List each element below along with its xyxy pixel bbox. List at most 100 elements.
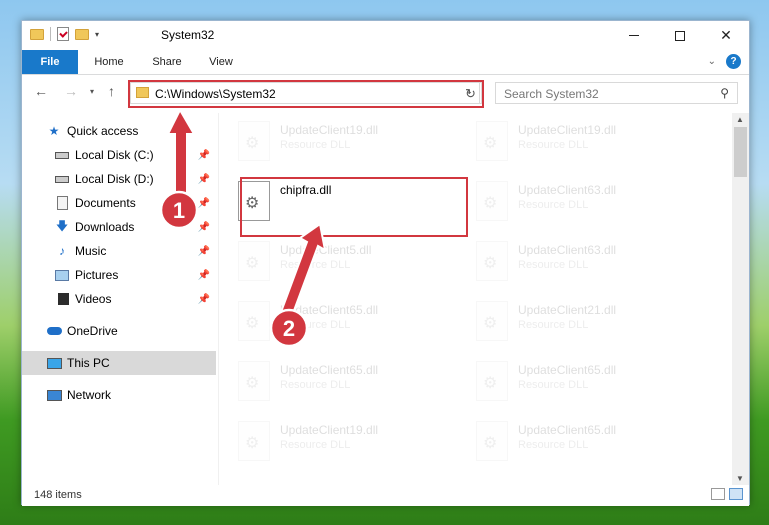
scroll-down-icon[interactable]: ▼ xyxy=(736,474,744,483)
cloud-icon xyxy=(46,327,62,335)
help-icon[interactable]: ? xyxy=(726,54,741,69)
file-name: UpdateClient65.dll xyxy=(280,363,379,377)
file-type: Resource DLL xyxy=(280,319,351,331)
sidebar-item-local-disk-d[interactable]: Local Disk (D:) 📌 xyxy=(54,167,216,191)
sidebar-item-documents[interactable]: Documents 📌 xyxy=(54,191,216,215)
customize-toolbar-chevron-icon[interactable]: ▾ xyxy=(95,30,99,39)
sidebar-item-local-disk-c[interactable]: Local Disk (C:) 📌 xyxy=(54,143,216,167)
minimize-icon xyxy=(629,35,639,36)
file-name: UpdateClient5.dll xyxy=(280,243,372,257)
address-bar[interactable]: C:\Windows\System32 ⌄ xyxy=(130,82,480,104)
file-item[interactable]: UpdateClient19.dll Resource DLL xyxy=(470,117,700,167)
up-button[interactable]: ↑ xyxy=(108,83,115,99)
maximize-button[interactable] xyxy=(657,21,703,50)
tab-share[interactable]: Share xyxy=(142,50,192,74)
address-path[interactable]: C:\Windows\System32 xyxy=(155,87,276,101)
pin-icon[interactable]: 📌 xyxy=(198,270,210,281)
back-button[interactable]: ← xyxy=(34,83,48,99)
pin-icon[interactable]: 📌 xyxy=(198,246,210,257)
sidebar-item-videos[interactable]: Videos 📌 xyxy=(54,287,216,311)
file-item[interactable]: UpdateClient5.dll Resource DLL xyxy=(232,237,462,287)
tab-home[interactable]: Home xyxy=(84,50,134,74)
document-icon xyxy=(56,196,68,210)
dll-file-icon xyxy=(238,121,270,161)
search-icon: ⚲ xyxy=(720,86,729,100)
file-name: UpdateClient63.dll xyxy=(518,183,617,197)
file-name: UpdateClient65.dll xyxy=(518,423,617,437)
sidebar-item-label: Local Disk (D:) xyxy=(75,172,154,186)
file-item[interactable]: UpdateClient19.dll Resource DLL xyxy=(232,417,462,467)
window-controls: ✕ xyxy=(611,21,749,50)
sidebar-item-label: OneDrive xyxy=(67,324,118,338)
details-view-icon[interactable] xyxy=(711,488,725,500)
window-title: System32 xyxy=(161,28,215,42)
file-name: UpdateClient21.dll xyxy=(518,303,617,317)
file-item[interactable]: UpdateClient65.dll Resource DLL xyxy=(470,357,700,407)
properties-icon[interactable] xyxy=(57,27,69,41)
disk-icon xyxy=(55,151,69,159)
sidebar-item-music[interactable]: ♪ Music 📌 xyxy=(54,239,216,263)
file-explorer-window: ▾ System32 ✕ File Home Share View ⌄ ? ← … xyxy=(21,20,750,506)
pin-icon[interactable]: 📌 xyxy=(198,222,210,233)
search-input[interactable]: Search System32 ⚲ xyxy=(495,82,738,104)
view-toggle xyxy=(711,488,743,500)
file-name: UpdateClient65.dll xyxy=(280,303,379,317)
minimize-button[interactable] xyxy=(611,21,657,50)
search-placeholder: Search System32 xyxy=(504,87,599,101)
file-item[interactable]: UpdateClient21.dll Resource DLL xyxy=(470,297,700,347)
status-bar: 148 items xyxy=(22,485,749,506)
tab-view[interactable]: View xyxy=(198,50,244,74)
music-icon: ♪ xyxy=(59,244,65,258)
large-icons-view-icon[interactable] xyxy=(729,488,743,500)
file-item[interactable]: UpdateClient63.dll Resource DLL xyxy=(470,177,700,227)
file-name: UpdateClient65.dll xyxy=(518,363,617,377)
download-icon: 🡇 xyxy=(55,218,69,233)
pin-icon[interactable]: 📌 xyxy=(198,150,210,161)
close-button[interactable]: ✕ xyxy=(703,21,749,50)
file-name: UpdateClient63.dll xyxy=(518,243,617,257)
sidebar-item-pictures[interactable]: Pictures 📌 xyxy=(54,263,216,287)
sidebar-item-label: Videos xyxy=(75,292,112,306)
quick-access-toolbar: ▾ xyxy=(30,27,99,41)
file-item[interactable]: UpdateClient65.dll Resource DLL xyxy=(470,417,700,467)
scroll-up-icon[interactable]: ▲ xyxy=(736,115,744,124)
tab-file[interactable]: File xyxy=(22,50,78,74)
recent-locations-chevron-icon[interactable]: ▾ xyxy=(90,87,94,96)
toolbar-divider xyxy=(50,27,51,41)
new-folder-icon[interactable] xyxy=(75,28,89,40)
pin-icon[interactable]: 📌 xyxy=(198,198,210,209)
scrollbar-thumb[interactable] xyxy=(734,127,747,177)
dll-file-icon xyxy=(238,421,270,461)
pin-icon[interactable]: 📌 xyxy=(198,294,210,305)
file-type: Resource DLL xyxy=(518,379,589,391)
dll-file-icon xyxy=(238,181,270,221)
sidebar-item-label: Quick access xyxy=(67,124,139,138)
sidebar-item-this-pc[interactable]: This PC xyxy=(22,351,216,375)
file-item[interactable]: UpdateClient63.dll Resource DLL xyxy=(470,237,700,287)
sidebar-item-label: Network xyxy=(67,388,112,402)
vertical-scrollbar[interactable]: ▲ ▼ xyxy=(732,113,749,485)
forward-button[interactable]: → xyxy=(64,83,78,99)
file-type: Resource DLL xyxy=(280,379,351,391)
expand-ribbon-icon[interactable]: ⌄ xyxy=(708,56,716,67)
dll-file-icon xyxy=(476,421,508,461)
file-item-chipfra[interactable]: chipfra.dll xyxy=(232,177,462,227)
sidebar-item-downloads[interactable]: 🡇 Downloads 📌 xyxy=(54,215,216,239)
sidebar-item-label: Local Disk (C:) xyxy=(75,148,154,162)
file-item[interactable]: UpdateClient65.dll Resource DLL xyxy=(232,297,462,347)
pane-divider[interactable] xyxy=(218,113,219,485)
file-item[interactable]: UpdateClient65.dll Resource DLL xyxy=(232,357,462,407)
file-type: Resource DLL xyxy=(280,139,351,151)
pin-icon[interactable]: 📌 xyxy=(198,174,210,185)
file-type: Resource DLL xyxy=(518,319,589,331)
sidebar-item-network[interactable]: Network xyxy=(46,383,238,407)
navigation-bar: ← → ▾ ↑ C:\Windows\System32 ⌄ ↻ Search S… xyxy=(22,75,749,109)
dll-file-icon xyxy=(476,121,508,161)
file-name: UpdateClient19.dll xyxy=(518,123,617,137)
sidebar-item-quick-access[interactable]: ★ Quick access xyxy=(46,119,238,143)
sidebar-item-label: Music xyxy=(75,244,107,258)
refresh-button[interactable]: ↻ xyxy=(460,82,482,104)
sidebar-item-label: Pictures xyxy=(75,268,119,282)
sidebar-item-onedrive[interactable]: OneDrive xyxy=(46,319,238,343)
file-item[interactable]: UpdateClient19.dll Resource DLL xyxy=(232,117,462,167)
